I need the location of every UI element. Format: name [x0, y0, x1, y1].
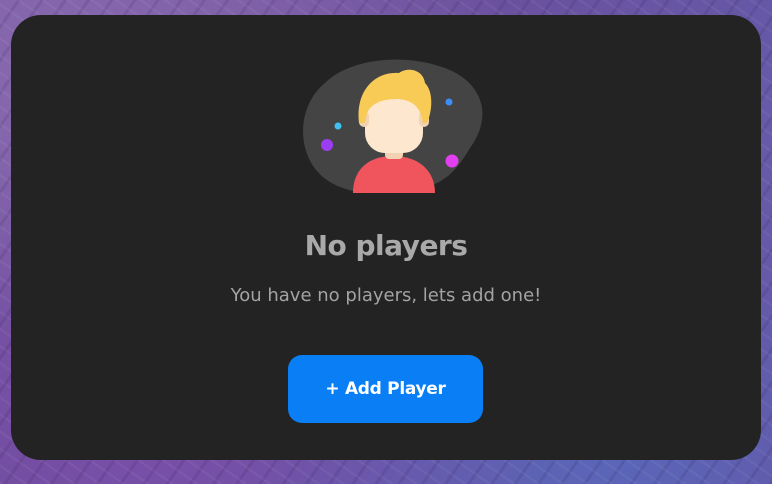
empty-state-title: No players	[304, 229, 468, 262]
empty-state-message: You have no players, lets add one!	[230, 285, 542, 306]
empty-state-card: No players You have no players, lets add…	[11, 15, 761, 460]
confetti-dot-magenta	[445, 154, 459, 168]
add-player-button[interactable]: + Add Player	[288, 355, 483, 423]
avatar-placeholder-icon	[303, 59, 483, 193]
confetti-dot-blue	[445, 98, 453, 106]
face-shape	[365, 97, 423, 153]
confetti-dot-cyan	[334, 122, 342, 130]
player-avatar-illustration	[295, 53, 491, 193]
confetti-dot-purple	[321, 139, 333, 151]
